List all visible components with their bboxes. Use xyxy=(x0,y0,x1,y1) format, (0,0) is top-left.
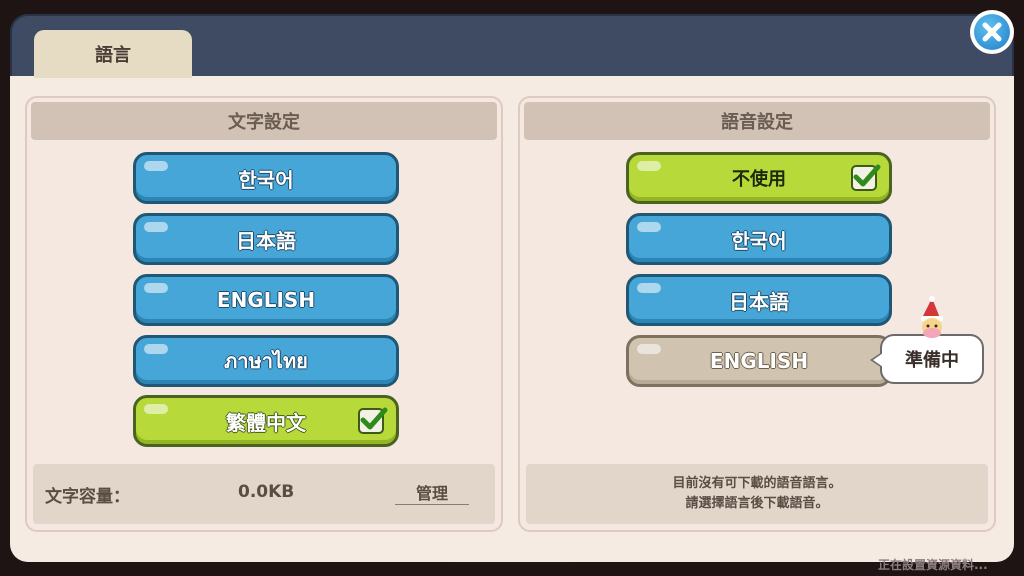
button-label: 한국어 xyxy=(238,167,294,192)
voice-settings-title: 語音設定 xyxy=(721,112,793,133)
voice-english-button[interactable]: ENGLISH xyxy=(626,335,892,387)
text-lang-korean-button[interactable]: 한국어 xyxy=(133,152,399,204)
checkmark-icon xyxy=(851,164,881,191)
voice-note-box: 目前沒有可下載的語音語言。 請選擇語言後下載語音。 xyxy=(526,464,988,524)
button-label: ภาษาไทย xyxy=(224,349,308,373)
capacity-value: 0.0KB xyxy=(238,482,295,502)
cookie-character-icon xyxy=(921,296,943,338)
voice-korean-button[interactable]: 한국어 xyxy=(626,213,892,265)
voice-settings-header: 語音設定 xyxy=(524,102,990,140)
coming-soon-tooltip: 準備中 xyxy=(870,334,984,384)
text-lang-traditional-chinese-button[interactable]: 繁體中文 xyxy=(133,395,399,447)
button-label: 日本語 xyxy=(236,228,296,253)
loading-status-text: 正在設置資源資料... xyxy=(878,558,988,572)
button-label: 한국어 xyxy=(731,228,787,253)
text-settings-header: 文字設定 xyxy=(31,102,497,140)
voice-japanese-button[interactable]: 日本語 xyxy=(626,274,892,326)
checkmark-icon xyxy=(358,407,388,434)
text-capacity-box: 文字容量： 0.0KB 管理 xyxy=(33,464,495,524)
capacity-label: 文字容量： xyxy=(45,487,130,507)
close-button[interactable] xyxy=(970,10,1014,54)
text-lang-english-button[interactable]: ENGLISH xyxy=(133,274,399,326)
voice-note-line-2: 請選擇語言後下載語音。 xyxy=(685,496,829,511)
button-label: 不使用 xyxy=(732,169,786,190)
button-label: 繁體中文 xyxy=(226,410,306,435)
tab-language-label: 語言 xyxy=(95,45,131,66)
button-label: ENGLISH xyxy=(216,288,316,312)
button-label: 日本語 xyxy=(729,289,789,314)
manage-button[interactable]: 管理 xyxy=(395,480,469,505)
tab-language[interactable]: 語言 xyxy=(34,30,192,78)
text-settings-panel: 文字設定 한국어 日本語 ENGLISH ภาษาไทย 繁體中文 文字容量： … xyxy=(25,96,503,532)
text-settings-title: 文字設定 xyxy=(228,112,300,133)
tooltip-label: 準備中 xyxy=(905,350,959,371)
voice-note-line-1: 目前沒有可下載的語音語言。 xyxy=(672,476,842,491)
text-lang-japanese-button[interactable]: 日本語 xyxy=(133,213,399,265)
close-icon xyxy=(974,14,1010,50)
button-label: ENGLISH xyxy=(709,349,809,373)
voice-none-button[interactable]: 不使用 xyxy=(626,152,892,204)
text-lang-thai-button[interactable]: ภาษาไทย xyxy=(133,335,399,387)
